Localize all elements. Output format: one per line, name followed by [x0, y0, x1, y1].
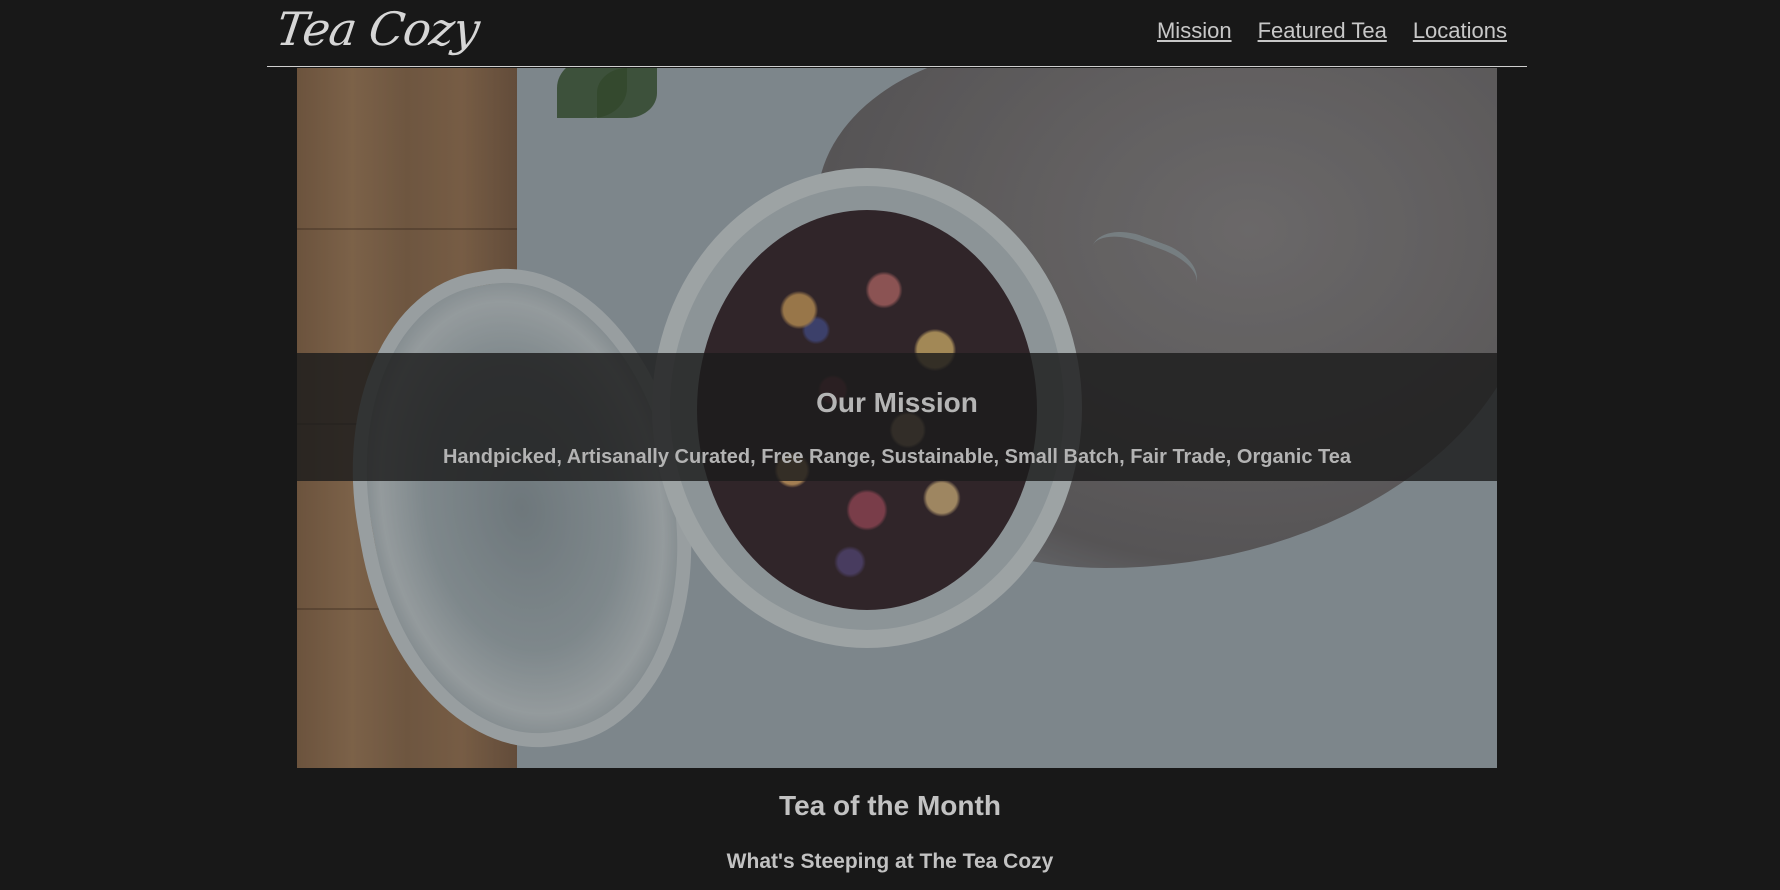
mission-subtitle: Handpicked, Artisanally Curated, Free Ra… — [442, 446, 1352, 468]
nav-link-locations[interactable]: Locations — [1413, 18, 1507, 44]
steeping-subheading: What's Steeping at The Tea Cozy — [726, 850, 1054, 873]
main-nav: Mission Featured Tea Locations — [1157, 18, 1507, 44]
tea-of-the-month-heading: Tea of the Month — [779, 790, 1001, 821]
page: Tea Cozy Mission Featured Tea Locations … — [0, 0, 1780, 890]
mission-title: Our Mission — [816, 387, 978, 418]
mission-hero: Our Mission Handpicked, Artisanally Cura… — [297, 68, 1497, 768]
mission-banner: Our Mission Handpicked, Artisanally Cura… — [297, 353, 1497, 481]
nav-link-mission[interactable]: Mission — [1157, 18, 1232, 44]
site-logo[interactable]: Tea Cozy — [273, 2, 482, 56]
nav-link-featured-tea[interactable]: Featured Tea — [1258, 18, 1387, 44]
site-header: Tea Cozy Mission Featured Tea Locations — [267, 0, 1527, 67]
